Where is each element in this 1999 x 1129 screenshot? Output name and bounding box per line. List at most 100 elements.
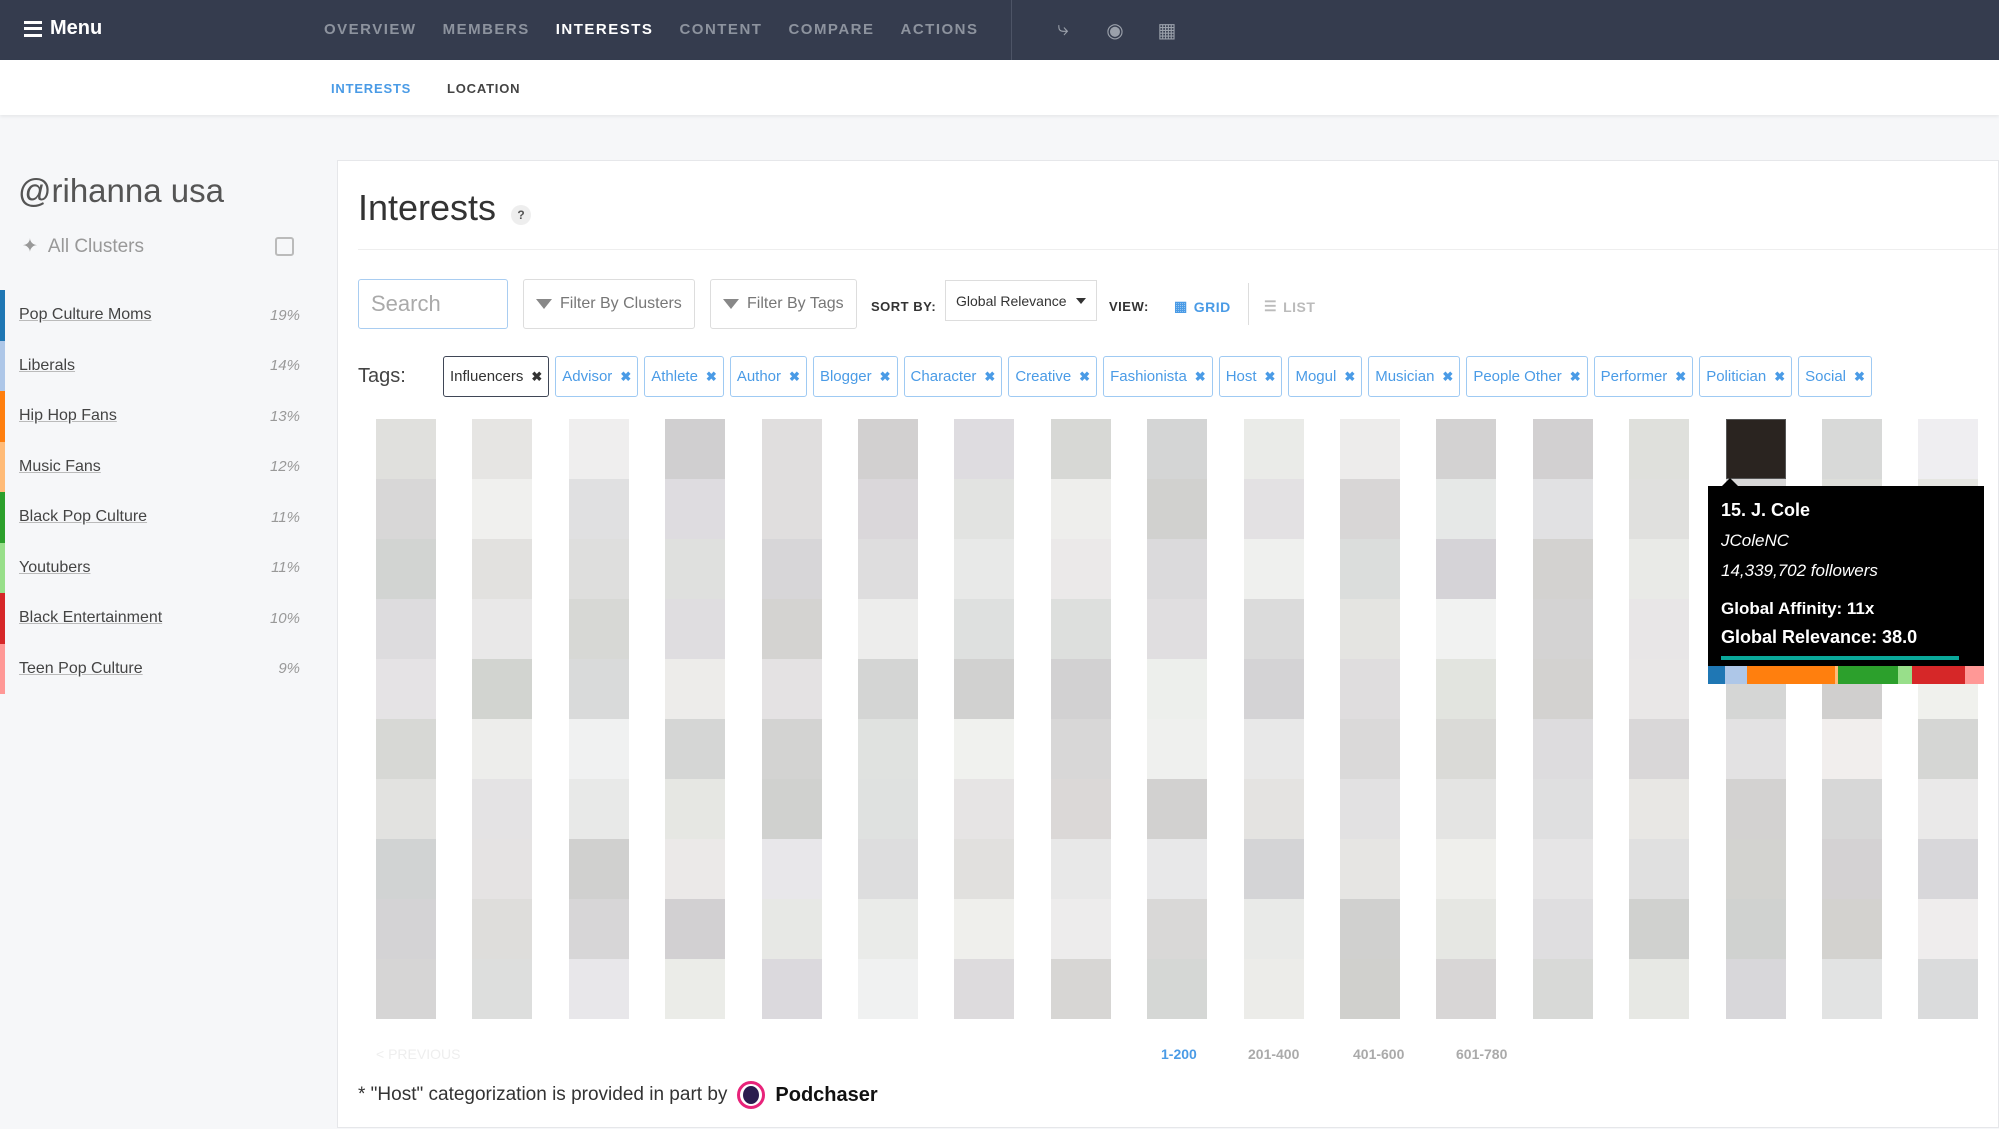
interest-tile[interactable]	[1243, 479, 1304, 539]
interest-tile[interactable]	[954, 659, 1015, 719]
interest-tile[interactable]	[858, 959, 918, 1019]
interest-tile[interactable]	[1822, 959, 1882, 1019]
remove-tag-icon[interactable]: ✖	[1774, 369, 1785, 385]
cluster-item[interactable]: Black Pop Culture 11%	[0, 492, 310, 543]
interest-tile[interactable]	[1822, 839, 1882, 899]
interest-tile[interactable]	[1629, 899, 1690, 959]
interest-tile[interactable]	[472, 899, 533, 959]
interest-tile[interactable]	[1629, 599, 1690, 659]
remove-tag-icon[interactable]: ✖	[1079, 369, 1090, 385]
tag-chip[interactable]: Fashionista ✖	[1103, 356, 1213, 397]
interest-tile[interactable]	[568, 659, 629, 719]
interest-tile[interactable]	[1340, 419, 1400, 479]
tag-chip[interactable]: Athlete ✖	[644, 356, 724, 397]
interest-tile[interactable]	[1725, 719, 1786, 779]
interest-tile[interactable]	[1243, 659, 1304, 719]
interest-tile[interactable]	[1340, 659, 1400, 719]
interest-tile[interactable]	[665, 599, 726, 659]
interest-tile[interactable]	[1147, 719, 1208, 779]
interest-tile[interactable]	[665, 539, 726, 599]
interest-tile[interactable]	[1050, 599, 1111, 659]
interest-tile[interactable]	[1340, 539, 1400, 599]
interest-tile[interactable]	[1340, 479, 1400, 539]
note-icon[interactable]	[275, 237, 294, 256]
nav-tab-members[interactable]: MEMBERS	[443, 21, 530, 38]
interest-tile[interactable]	[376, 959, 436, 1019]
interest-tile[interactable]	[1147, 479, 1208, 539]
interest-tile[interactable]	[1918, 419, 1979, 479]
interest-tile[interactable]	[1532, 719, 1593, 779]
interest-tile[interactable]	[472, 719, 533, 779]
interest-tile[interactable]	[954, 599, 1015, 659]
interest-tile[interactable]	[665, 659, 726, 719]
interest-tile[interactable]	[1629, 419, 1690, 479]
interest-tile[interactable]	[1629, 479, 1690, 539]
nav-tab-overview[interactable]: OVERVIEW	[324, 21, 417, 38]
interest-tile[interactable]	[1050, 539, 1111, 599]
cluster-name[interactable]: Teen Pop Culture	[19, 660, 143, 678]
interest-tile[interactable]	[954, 419, 1015, 479]
interest-tile[interactable]	[954, 479, 1015, 539]
remove-tag-icon[interactable]: ✖	[1442, 369, 1453, 385]
tag-chip[interactable]: Politician ✖	[1699, 356, 1793, 397]
interest-tile[interactable]	[376, 419, 436, 479]
interest-tile[interactable]	[665, 479, 726, 539]
remove-tag-icon[interactable]: ✖	[1570, 369, 1581, 385]
interest-tile[interactable]	[761, 899, 822, 959]
interest-tile[interactable]	[1532, 479, 1593, 539]
nav-tab-compare[interactable]: COMPARE	[788, 21, 874, 38]
interest-tile[interactable]	[1436, 599, 1497, 659]
interest-tile[interactable]	[1436, 419, 1497, 479]
interest-tile[interactable]	[858, 659, 918, 719]
cluster-name[interactable]: Black Entertainment	[19, 609, 162, 627]
interest-tile[interactable]	[1147, 839, 1208, 899]
interest-tile[interactable]	[1436, 719, 1497, 779]
interest-tile[interactable]	[1532, 419, 1593, 479]
remove-tag-icon[interactable]: ✖	[706, 369, 717, 385]
interest-tile[interactable]	[1725, 899, 1786, 959]
interest-tile[interactable]	[1243, 959, 1304, 1019]
interest-tile[interactable]	[665, 719, 726, 779]
cluster-item[interactable]: Music Fans 12%	[0, 441, 310, 492]
interest-tile[interactable]	[568, 479, 629, 539]
interest-tile[interactable]	[1147, 539, 1208, 599]
interest-tile[interactable]	[1050, 419, 1111, 479]
interest-tile[interactable]	[761, 599, 822, 659]
interest-tile[interactable]	[1918, 899, 1979, 959]
nav-tab-interests[interactable]: INTERESTS	[556, 21, 654, 38]
interest-tile[interactable]	[472, 479, 533, 539]
cluster-name[interactable]: Music Fans	[19, 458, 101, 476]
interest-tile[interactable]	[761, 839, 822, 899]
interest-tile[interactable]	[1725, 779, 1786, 839]
interest-tile[interactable]	[858, 899, 918, 959]
filter-by-clusters-button[interactable]: Filter By Clusters	[523, 279, 695, 329]
cluster-item[interactable]: Teen Pop Culture 9%	[0, 643, 310, 694]
interest-tile[interactable]	[472, 779, 533, 839]
interest-tile[interactable]	[1050, 659, 1111, 719]
interest-tile[interactable]	[568, 779, 629, 839]
interest-tile[interactable]	[954, 959, 1015, 1019]
subtab-location[interactable]: LOCATION	[447, 81, 520, 96]
interest-tile[interactable]	[1050, 719, 1111, 779]
interest-tile[interactable]	[1629, 779, 1690, 839]
cluster-name[interactable]: Pop Culture Moms	[19, 306, 152, 324]
remove-tag-icon[interactable]: ✖	[1195, 369, 1206, 385]
interest-tile[interactable]	[1243, 899, 1304, 959]
interest-tile[interactable]	[665, 959, 726, 1019]
view-list-button[interactable]: ☰ LIST	[1264, 298, 1315, 315]
interest-tile[interactable]	[1436, 959, 1497, 1019]
bar-chart-icon[interactable]: ▦	[1156, 18, 1178, 43]
tag-chip[interactable]: People Other ✖	[1466, 356, 1588, 397]
interest-tile[interactable]	[1243, 599, 1304, 659]
remove-tag-icon[interactable]: ✖	[880, 369, 891, 385]
page-link[interactable]: 401-600	[1353, 1046, 1404, 1062]
interest-tile[interactable]	[376, 839, 436, 899]
interest-tile[interactable]	[858, 719, 918, 779]
interest-tile[interactable]	[954, 719, 1015, 779]
interest-tile[interactable]	[1147, 659, 1208, 719]
tag-chip[interactable]: Social ✖	[1798, 356, 1872, 397]
interest-tile[interactable]	[1147, 599, 1208, 659]
interest-tile[interactable]	[1147, 419, 1208, 479]
interest-tile[interactable]	[568, 419, 629, 479]
interest-tile[interactable]	[1436, 899, 1497, 959]
